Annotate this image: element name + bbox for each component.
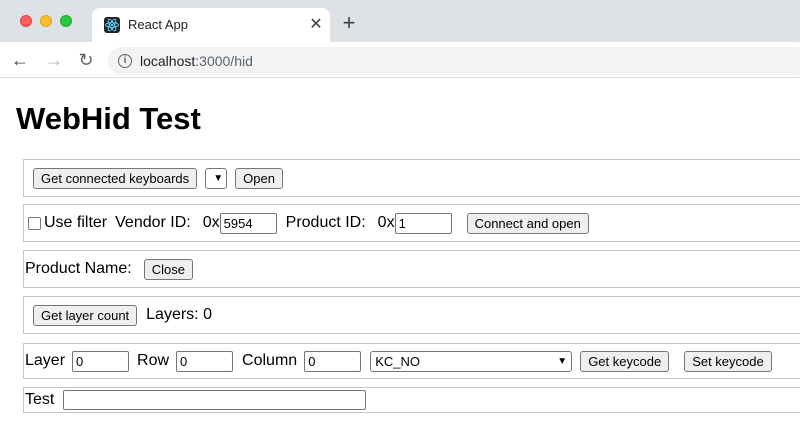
reload-icon[interactable]: ↻ [74, 48, 98, 72]
layers-count-text: Layers: 0 [146, 306, 212, 323]
use-filter-label: Use filter [44, 214, 108, 231]
url-text[interactable]: localhost:3000/hid [140, 53, 253, 69]
layer-label: Layer [25, 352, 66, 369]
product-prefix: 0x [377, 214, 395, 231]
url-path: :3000/hid [195, 53, 253, 69]
get-connected-keyboards-button[interactable]: Get connected keyboards [33, 167, 198, 189]
address-bar[interactable]: i localhost:3000/hid [108, 47, 800, 75]
close-window-button[interactable] [20, 15, 32, 27]
layer-input[interactable] [72, 350, 130, 372]
get-layer-count-button[interactable]: Get layer count [33, 304, 138, 326]
new-tab-button[interactable]: + [338, 12, 360, 34]
url-host: localhost [140, 53, 196, 69]
filter-section: Use filter Vendor ID: 0x Product ID: 0x … [23, 204, 800, 242]
row-input[interactable] [176, 350, 234, 372]
keycode-section: Layer Row Column KC_NO ▼ Get keycode Set… [23, 343, 800, 379]
minimize-window-button[interactable] [40, 15, 52, 27]
vendor-id-input[interactable] [219, 212, 277, 234]
close-button[interactable]: Close [143, 258, 193, 280]
site-info-icon[interactable]: i [118, 54, 132, 68]
back-arrow-icon[interactable]: ← [8, 48, 32, 72]
tab-title: React App [128, 17, 188, 32]
browser-tab[interactable]: React App ✕ [92, 8, 330, 42]
get-keycode-button[interactable]: Get keycode [580, 350, 670, 372]
vendor-prefix: 0x [202, 214, 220, 231]
browser-toolbar: ← → ↻ i localhost:3000/hid [0, 42, 800, 78]
product-name-label: Product Name: [25, 260, 132, 277]
react-logo-icon [104, 17, 120, 33]
forward-arrow-icon[interactable]: → [42, 48, 66, 72]
close-tab-icon[interactable]: ✕ [306, 15, 326, 35]
column-label: Column [242, 352, 298, 369]
test-input[interactable] [63, 390, 367, 410]
page-content: WebHid Test Get connected keyboards ▼ Op… [0, 79, 800, 430]
test-section: Test [23, 387, 800, 413]
keycode-select-value: KC_NO [375, 353, 420, 369]
vendor-id-label: Vendor ID: [115, 214, 191, 231]
page-title: WebHid Test [16, 101, 201, 136]
use-filter-checkbox[interactable] [28, 216, 41, 230]
keyboard-select-section: Get connected keyboards ▼ Open [23, 159, 800, 197]
product-id-input[interactable] [394, 212, 452, 234]
device-select[interactable]: ▼ [205, 167, 228, 189]
chevron-down-icon: ▼ [557, 355, 568, 367]
product-name-section: Product Name: Close [23, 250, 800, 288]
product-id-label: Product ID: [285, 214, 366, 231]
maximize-window-button[interactable] [60, 15, 72, 27]
browser-tab-strip: React App ✕ + [0, 0, 800, 42]
column-input[interactable] [304, 350, 362, 372]
row-label: Row [137, 352, 170, 369]
layer-count-section: Get layer count Layers: 0 [23, 296, 800, 334]
set-keycode-button[interactable]: Set keycode [684, 350, 772, 372]
keycode-select[interactable]: KC_NO ▼ [370, 350, 573, 372]
test-label: Test [25, 391, 55, 408]
open-button[interactable]: Open [235, 167, 283, 189]
chevron-down-icon: ▼ [213, 172, 224, 184]
connect-and-open-button[interactable]: Connect and open [466, 212, 589, 234]
